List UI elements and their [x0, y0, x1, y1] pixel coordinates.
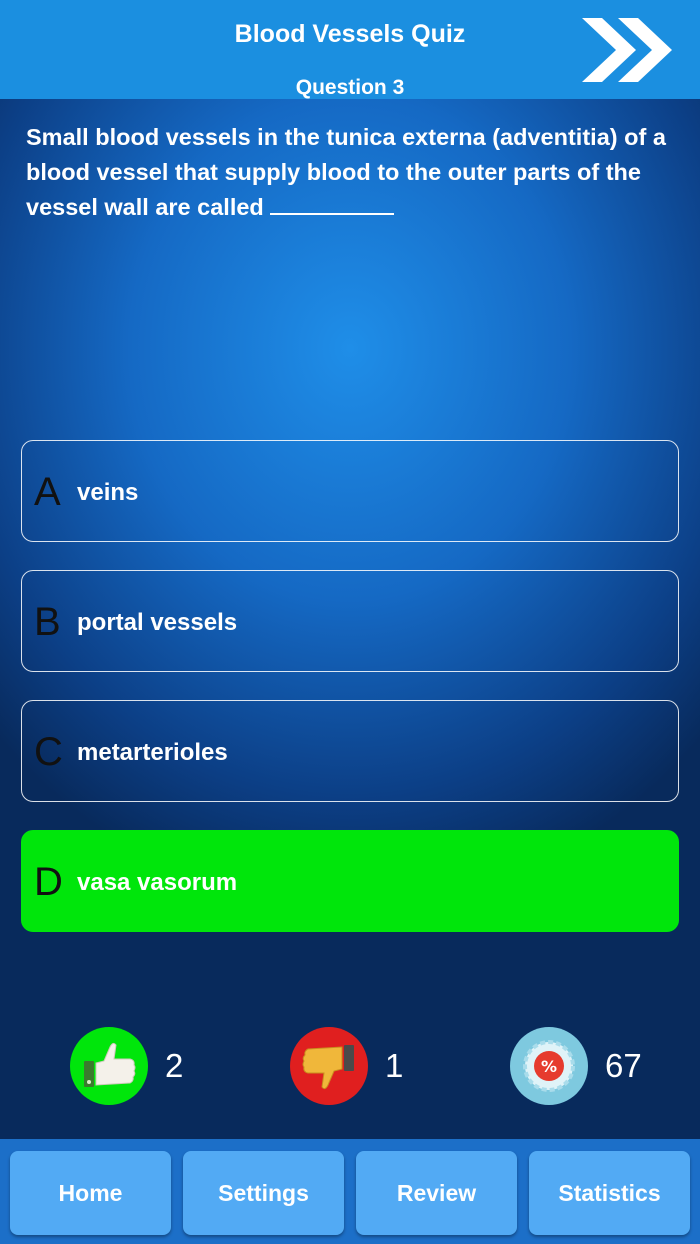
review-button[interactable]: Review: [356, 1151, 517, 1235]
correct-count: 2: [165, 1047, 184, 1084]
answer-label: vasa vasorum: [77, 869, 238, 896]
settings-button[interactable]: Settings: [183, 1151, 344, 1235]
answer-option-d[interactable]: D vasa vasorum: [21, 830, 679, 932]
thumbs-down-icon: [290, 1027, 368, 1105]
answer-letter: C: [34, 730, 63, 774]
percent-symbol: %: [541, 1057, 557, 1076]
statistics-button[interactable]: Statistics: [529, 1151, 690, 1235]
wrong-count: 1: [385, 1047, 404, 1084]
score-percent: 67: [605, 1047, 642, 1084]
answer-letter: A: [34, 470, 61, 514]
answer-option-c[interactable]: C metarterioles: [21, 700, 679, 802]
bottom-nav: Home Settings Review Statistics: [0, 1139, 700, 1244]
double-chevron-right-icon: [582, 18, 672, 82]
answer-label: portal vessels: [77, 609, 238, 636]
answer-option-b[interactable]: B portal vessels: [21, 570, 679, 672]
thumbs-up-icon: [70, 1027, 148, 1105]
home-button[interactable]: Home: [10, 1151, 171, 1235]
next-question-button[interactable]: [580, 14, 676, 86]
question-text: Small blood vessels in the tunica extern…: [26, 120, 686, 225]
answer-letter: B: [34, 600, 61, 644]
answer-letter: D: [34, 860, 63, 904]
answer-option-a[interactable]: A veins: [21, 440, 679, 542]
header-bar: Blood Vessels Quiz Question 3: [0, 0, 700, 99]
answer-label: metarterioles: [77, 739, 228, 766]
answer-blank: [269, 195, 394, 215]
percent-badge-icon: %: [510, 1027, 588, 1105]
answer-label: veins: [77, 479, 139, 506]
